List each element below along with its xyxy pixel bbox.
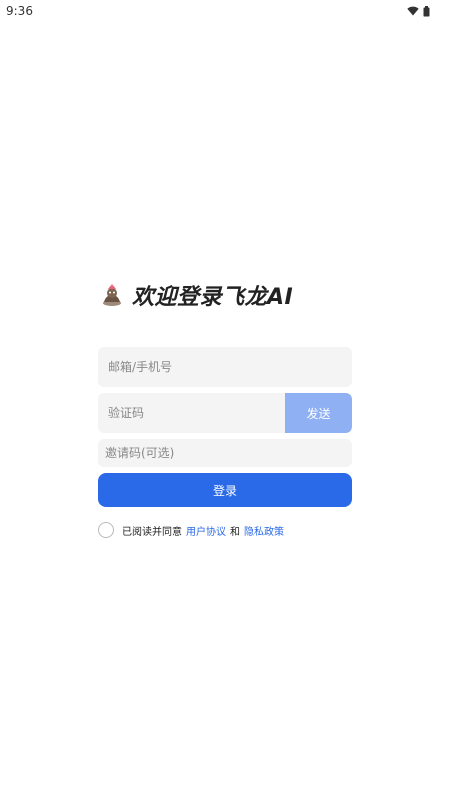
login-button[interactable]: 登录 <box>98 473 352 507</box>
invite-field[interactable] <box>98 439 352 467</box>
agreement-row: 已阅读并同意 用户协议 和 隐私政策 <box>98 520 288 540</box>
dragon-mascot-icon <box>100 283 124 307</box>
agree-checkbox[interactable] <box>98 522 114 538</box>
welcome-header: 欢迎登录飞龙AI <box>100 278 293 312</box>
agreement-prefix: 已阅读并同意 <box>122 526 182 538</box>
status-time: 9:36 <box>6 4 33 18</box>
agreement-conjunction: 和 <box>230 526 240 538</box>
code-field[interactable]: 发送 <box>98 393 352 433</box>
send-code-button[interactable]: 发送 <box>285 393 352 433</box>
account-field[interactable] <box>98 347 352 387</box>
code-input[interactable] <box>108 393 285 433</box>
status-bar: 9:36 <box>0 0 450 22</box>
invite-code-input[interactable] <box>105 439 352 467</box>
wifi-icon <box>407 6 419 16</box>
page-title: 欢迎登录飞龙AI <box>132 285 294 310</box>
user-agreement-link[interactable]: 用户协议 <box>186 523 226 538</box>
login-screen: 9:36 欢迎登录飞龙AI 邮箱/手机号 验证码 发送 邀请码(可选) 登录 已… <box>0 0 450 800</box>
status-icons <box>407 5 430 17</box>
account-input[interactable] <box>108 347 352 387</box>
battery-icon <box>423 5 430 17</box>
privacy-policy-link[interactable]: 隐私政策 <box>244 523 284 538</box>
